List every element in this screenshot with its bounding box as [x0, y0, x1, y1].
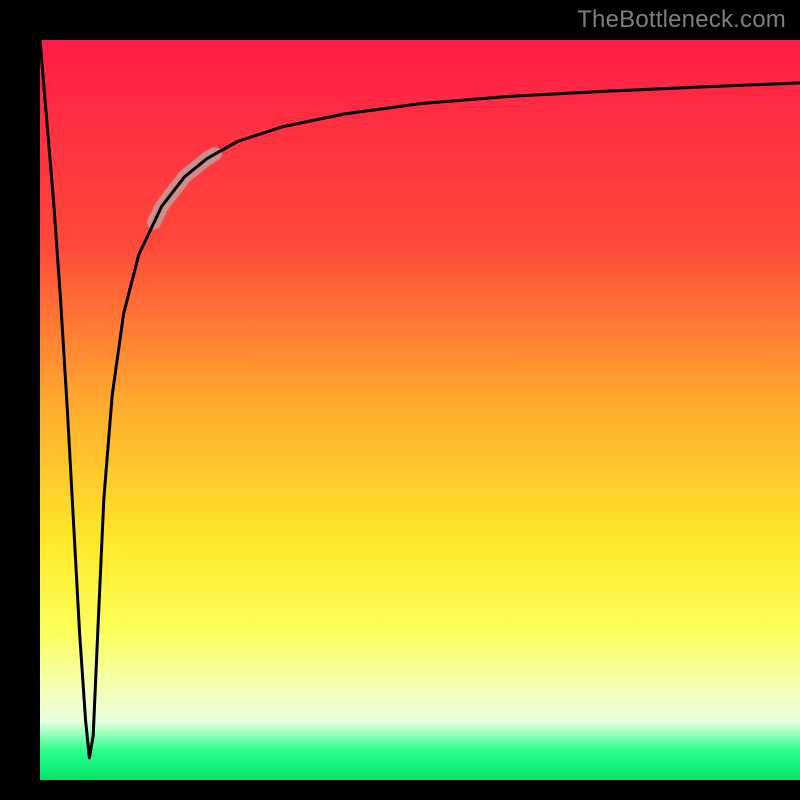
- chart-frame: TheBottleneck.com: [0, 0, 800, 800]
- bottleneck-chart: [40, 40, 800, 780]
- plot-area: [40, 40, 800, 780]
- gradient-background: [40, 40, 800, 780]
- watermark-text: TheBottleneck.com: [577, 6, 786, 34]
